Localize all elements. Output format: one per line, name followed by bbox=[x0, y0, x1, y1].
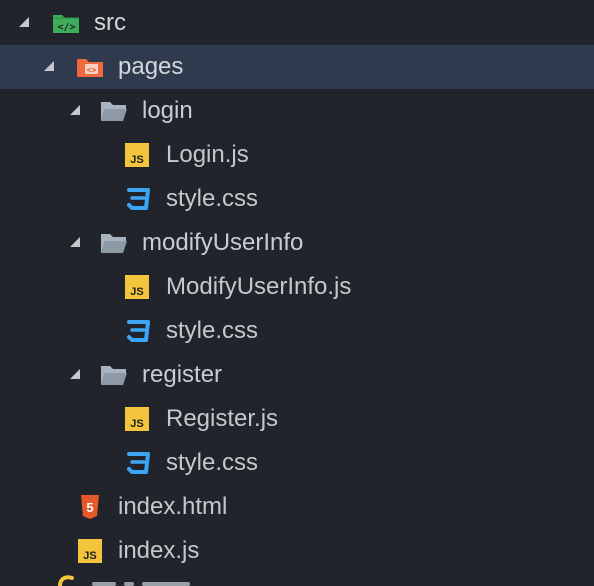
tree-item-modifyuserinfo[interactable]: modifyUserInfo bbox=[0, 221, 594, 265]
expanded-arrow-icon[interactable] bbox=[70, 105, 80, 115]
tree-item-label: style.css bbox=[166, 317, 259, 344]
tree-item-login-js[interactable]: JS Login.js bbox=[0, 133, 594, 177]
tree-item-login[interactable]: login bbox=[0, 89, 594, 133]
tree-item-label: ModifyUserInfo.js bbox=[166, 273, 352, 300]
tree-item-index-js[interactable]: JS index.js bbox=[0, 529, 594, 573]
css-file-icon bbox=[127, 188, 150, 210]
svg-text:</>: </> bbox=[57, 22, 75, 33]
svg-text:JS: JS bbox=[83, 550, 96, 562]
tree-item-label: src bbox=[94, 9, 126, 36]
folder-open-icon bbox=[101, 234, 127, 253]
tree-item-pages[interactable]: <> pages bbox=[0, 45, 594, 89]
css-file-icon bbox=[127, 320, 150, 342]
css-file-icon bbox=[127, 452, 150, 474]
tree-item-modifyuserinfo-js[interactable]: JS ModifyUserInfo.js bbox=[0, 265, 594, 309]
tree-item-index-html[interactable]: 5 index.html bbox=[0, 485, 594, 529]
tree-item-label: index.js bbox=[118, 537, 200, 564]
tree-item-label: register bbox=[142, 361, 223, 388]
partial-label bbox=[142, 582, 190, 586]
tree-item-register-js[interactable]: JS Register.js bbox=[0, 397, 594, 441]
svg-text:JS: JS bbox=[130, 418, 143, 430]
tree-item-login-css[interactable]: style.css bbox=[0, 177, 594, 221]
tree-item-modifyuserinfo-css[interactable]: style.css bbox=[0, 309, 594, 353]
partial-label bbox=[124, 582, 134, 586]
folder-open-icon bbox=[101, 102, 127, 121]
svg-text:JS: JS bbox=[130, 154, 143, 166]
svg-text:5: 5 bbox=[86, 500, 93, 515]
folder-open-icon bbox=[101, 366, 127, 385]
tree-item-label: style.css bbox=[166, 449, 259, 476]
tree-item-label: pages bbox=[118, 53, 184, 80]
expanded-arrow-icon[interactable] bbox=[44, 61, 54, 71]
partial-label bbox=[92, 582, 116, 586]
code-folder-icon: </> bbox=[53, 15, 79, 33]
svg-text:<>: <> bbox=[87, 66, 97, 75]
tree-item-label: style.css bbox=[166, 185, 259, 212]
js-file-icon: JS bbox=[125, 143, 149, 167]
tree-item-register-css[interactable]: style.css bbox=[0, 441, 594, 485]
partial-file-icon bbox=[58, 575, 74, 586]
js-file-icon: JS bbox=[125, 275, 149, 299]
html-file-icon: 5 bbox=[81, 495, 99, 519]
tree-item-partial bbox=[0, 573, 594, 586]
tree-item-label: Register.js bbox=[166, 405, 279, 432]
tree-item-src[interactable]: </> src bbox=[0, 1, 594, 45]
file-tree: </> src <> pages login JS Login.js style… bbox=[0, 0, 594, 586]
tree-item-label: index.html bbox=[118, 493, 228, 520]
js-file-icon: JS bbox=[125, 407, 149, 431]
pages-folder-icon: <> bbox=[77, 59, 103, 77]
tree-item-register[interactable]: register bbox=[0, 353, 594, 397]
tree-item-label: login bbox=[142, 97, 193, 124]
js-file-icon: JS bbox=[78, 539, 102, 563]
svg-text:JS: JS bbox=[130, 286, 143, 298]
expanded-arrow-icon[interactable] bbox=[19, 17, 29, 27]
tree-item-label: modifyUserInfo bbox=[142, 229, 304, 256]
expanded-arrow-icon[interactable] bbox=[70, 237, 80, 247]
tree-item-label: Login.js bbox=[166, 141, 249, 168]
expanded-arrow-icon[interactable] bbox=[70, 369, 80, 379]
